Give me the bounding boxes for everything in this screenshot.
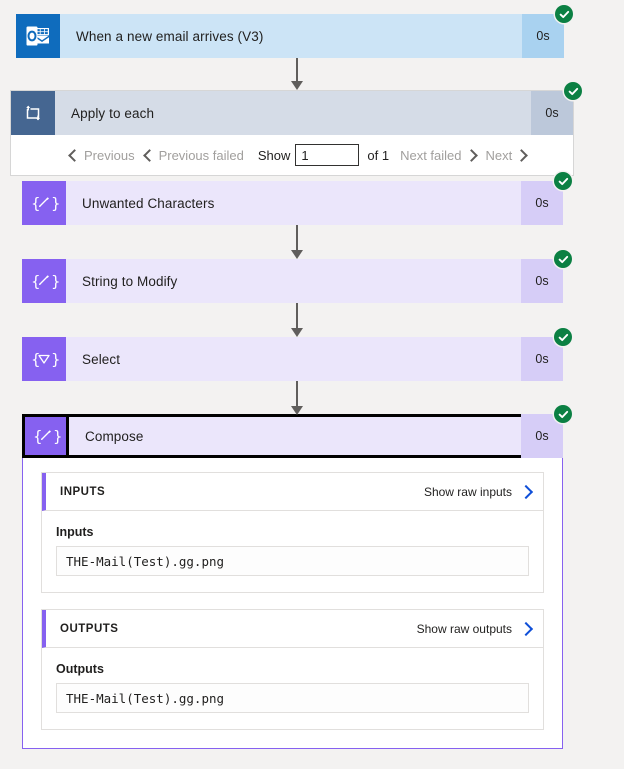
action-card-body: Compose xyxy=(66,414,521,458)
connector-arrow-1 xyxy=(291,225,303,259)
outputs-field-label: Outputs xyxy=(56,662,104,676)
apply-to-each-card[interactable]: Apply to each 0s xyxy=(11,82,582,135)
next-failed-button-label: Next failed xyxy=(400,147,462,163)
connector-arrow-2 xyxy=(291,303,303,337)
svg-text:{: { xyxy=(31,351,41,369)
outlook-icon xyxy=(16,14,60,58)
action-title: String to Modify xyxy=(82,273,178,289)
inputs-section-title: INPUTS xyxy=(60,485,106,498)
svg-text:{: { xyxy=(33,428,43,446)
svg-text:}: } xyxy=(51,273,59,291)
previous-failed-button-label: Previous failed xyxy=(158,147,244,163)
previous-button-label: Previous xyxy=(84,147,135,163)
inputs-section-header: INPUTS Show raw inputs xyxy=(42,473,543,511)
status-badge-success xyxy=(564,82,582,100)
previous-button[interactable]: Previous xyxy=(65,145,140,166)
action-card-body: Select xyxy=(66,337,521,381)
connector-arrow-trigger-to-loop xyxy=(291,58,303,90)
inputs-section-body: Inputs THE-Mail(Test).gg.png xyxy=(42,511,543,592)
show-raw-outputs-label: Show raw outputs xyxy=(416,621,512,636)
status-badge-success xyxy=(554,250,572,268)
status-badge-success xyxy=(554,172,572,190)
show-raw-inputs-link[interactable]: Show raw inputs xyxy=(423,484,534,499)
action-card-body: String to Modify xyxy=(66,259,521,303)
compose-pencil-icon: { } xyxy=(22,259,66,303)
compose-pencil-icon: { } xyxy=(22,414,66,458)
inputs-field-label: Inputs xyxy=(56,525,94,539)
svg-text:{: { xyxy=(31,273,41,291)
apply-to-each-title: Apply to each xyxy=(71,105,155,121)
action-card-unwanted-characters[interactable]: { } Unwanted Characters 0s xyxy=(22,172,572,225)
compose-pencil-icon: { } xyxy=(22,181,66,225)
trigger-card-when-a-new-email-arrives[interactable]: When a new email arrives (V3) 0s xyxy=(16,5,573,58)
connector-arrow-3 xyxy=(291,381,303,415)
chevron-right-icon xyxy=(518,484,534,499)
outputs-section-body: Outputs THE-Mail(Test).gg.png xyxy=(42,648,543,729)
chevron-right-icon xyxy=(518,621,534,636)
status-badge-success xyxy=(554,405,572,423)
show-raw-outputs-link[interactable]: Show raw outputs xyxy=(416,621,534,636)
show-label: Show xyxy=(257,147,291,163)
svg-text:{: { xyxy=(31,195,41,213)
page-number-input[interactable] xyxy=(295,144,360,166)
action-card-string-to-modify[interactable]: { } String to Modify 0s xyxy=(22,250,572,303)
show-raw-inputs-label: Show raw inputs xyxy=(423,484,512,499)
status-badge-success xyxy=(555,5,573,23)
status-badge-success xyxy=(554,328,572,346)
outputs-section-title: OUTPUTS xyxy=(60,622,119,635)
previous-failed-button[interactable]: Previous failed xyxy=(140,145,249,166)
next-button-label: Next xyxy=(485,147,513,163)
apply-to-each-card-body: Apply to each xyxy=(55,91,531,135)
inputs-field-value[interactable]: THE-Mail(Test).gg.png xyxy=(56,546,529,576)
action-card-compose[interactable]: { } Compose 0s xyxy=(22,405,572,458)
inputs-section: INPUTS Show raw inputs Inputs THE-Mail(T… xyxy=(41,472,544,593)
apply-to-each-container: Apply to each 0s Previous Previous faile… xyxy=(10,82,582,176)
outputs-section: OUTPUTS Show raw outputs Outputs THE-Mai… xyxy=(41,609,544,730)
page-total-label: of 1 xyxy=(367,147,390,163)
select-funnel-icon: { } xyxy=(22,337,66,381)
action-title: Unwanted Characters xyxy=(82,195,215,211)
loop-icon xyxy=(11,91,55,135)
iteration-pagination-toolbar: Previous Previous failed Show of 1 Next … xyxy=(11,135,573,175)
action-card-select[interactable]: { } Select 0s xyxy=(22,328,572,381)
svg-text:}: } xyxy=(51,351,59,369)
outputs-section-header: OUTPUTS Show raw outputs xyxy=(42,610,543,648)
svg-text:}: } xyxy=(51,195,59,213)
action-card-body: Unwanted Characters xyxy=(66,181,521,225)
trigger-title: When a new email arrives (V3) xyxy=(76,28,264,44)
outputs-field-value[interactable]: THE-Mail(Test).gg.png xyxy=(56,683,529,713)
action-title: Select xyxy=(82,351,121,367)
action-title: Compose xyxy=(85,428,144,444)
trigger-card-body: When a new email arrives (V3) xyxy=(60,14,522,58)
next-failed-button[interactable]: Next failed xyxy=(395,145,480,166)
compose-details-panel: INPUTS Show raw inputs Inputs THE-Mail(T… xyxy=(22,458,563,749)
svg-text:}: } xyxy=(53,428,61,446)
next-button[interactable]: Next xyxy=(481,145,532,166)
